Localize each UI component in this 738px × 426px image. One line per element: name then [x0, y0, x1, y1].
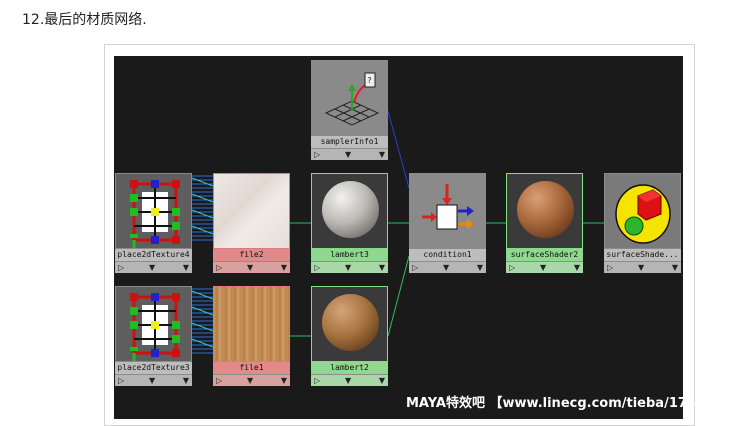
node-lambert2[interactable]: lambert2 ▷ ▼ ▼	[311, 286, 388, 389]
node-place2dtexture3[interactable]: place2dTexture3 ▷ ▼ ▼	[115, 286, 192, 389]
place2dtexture4-swatch	[115, 173, 192, 249]
lambert2-swatch	[311, 286, 388, 362]
node-condition[interactable]: condition1 ▷ ▼ ▼	[409, 173, 486, 276]
place2dtexture4-label: place2dTexture4	[115, 249, 192, 261]
surfaceshader3-ports[interactable]: ▷ ▼ ▼	[604, 261, 681, 273]
place2dtexture4-ports[interactable]: ▷ ▼ ▼	[115, 261, 192, 273]
node-file1[interactable]: file1 ▷ ▼ ▼	[213, 286, 290, 389]
surfaceshader3-label: surfaceShade...	[604, 249, 681, 261]
samplerinfo-icon: ?	[324, 72, 380, 126]
condition-ports[interactable]: ▷ ▼ ▼	[409, 261, 486, 273]
watermark-text: MAYA特效吧 【www.linecg.com/tieba/1745】	[406, 396, 719, 411]
surfaceshader2-label: surfaceShader2	[506, 249, 583, 261]
node-file2[interactable]: file2 ▷ ▼ ▼	[213, 173, 290, 276]
file1-ports[interactable]: ▷ ▼ ▼	[213, 374, 290, 386]
place2d-icon	[130, 293, 180, 361]
condition-label: condition1	[409, 249, 486, 261]
place2dtexture3-label: place2dTexture3	[115, 362, 192, 374]
samplerinfo-ports[interactable]: ▷ ▼ ▼	[311, 148, 388, 160]
svg-text:?: ?	[367, 76, 372, 85]
surfaceshader2-ports[interactable]: ▷ ▼ ▼	[506, 261, 583, 273]
caption-text: 12.最后的材质网络.	[22, 12, 147, 28]
hypershade-canvas[interactable]: ? samplerInfo1 ▷ ▼ ▼ place2dTexture4 ▷ ▼…	[114, 56, 683, 419]
connection-wires	[191, 110, 604, 354]
lambert2-sphere-icon	[322, 294, 379, 351]
lambert2-ports[interactable]: ▷ ▼ ▼	[311, 374, 388, 386]
place2d-icon	[130, 180, 180, 248]
node-surfaceshader2[interactable]: surfaceShader2 ▷ ▼ ▼	[506, 173, 583, 276]
node-lambert3[interactable]: lambert3 ▷ ▼ ▼	[311, 173, 388, 276]
node-surfaceshader3[interactable]: surfaceShade... ▷ ▼ ▼	[604, 173, 681, 276]
condition-icon	[422, 184, 474, 230]
file1-swatch	[213, 286, 290, 362]
lambert2-label: lambert2	[311, 362, 388, 374]
place2dtexture3-ports[interactable]: ▷ ▼ ▼	[115, 374, 192, 386]
surfaceshader2-sphere-icon	[517, 181, 574, 238]
samplerinfo-label: samplerInfo1	[311, 136, 388, 148]
condition-swatch	[409, 173, 486, 249]
node-place2dtexture4[interactable]: place2dTexture4 ▷ ▼ ▼	[115, 173, 192, 276]
place2dtexture3-swatch	[115, 286, 192, 362]
file2-ports[interactable]: ▷ ▼ ▼	[213, 261, 290, 273]
file2-label: file2	[213, 249, 290, 261]
shading-group-icon	[615, 184, 671, 244]
lambert3-sphere-icon	[322, 181, 379, 238]
file1-label: file1	[213, 362, 290, 374]
lambert3-ports[interactable]: ▷ ▼ ▼	[311, 261, 388, 273]
lambert3-swatch	[311, 173, 388, 249]
node-samplerinfo[interactable]: ? samplerInfo1 ▷ ▼ ▼	[311, 60, 388, 163]
samplerinfo-swatch: ?	[311, 60, 388, 136]
file2-swatch	[213, 173, 290, 249]
surfaceshader2-swatch	[506, 173, 583, 249]
surfaceshader3-swatch	[604, 173, 681, 249]
lambert3-label: lambert3	[311, 249, 388, 261]
